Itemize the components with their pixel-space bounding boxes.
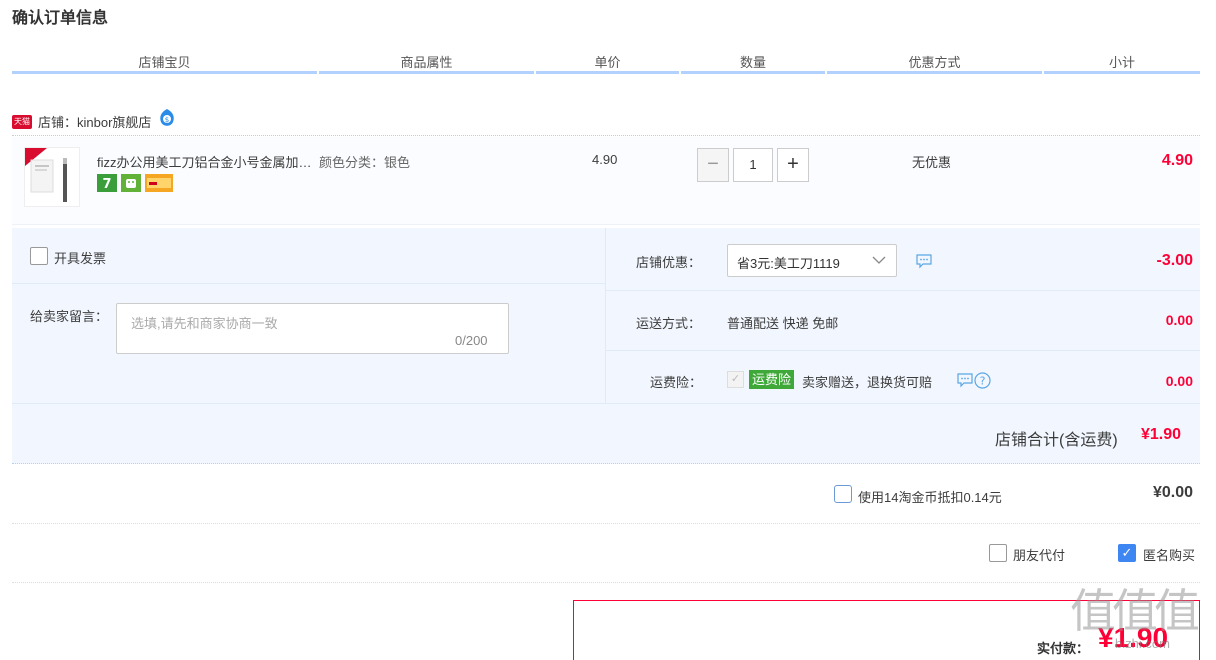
friend-pay-label: 朋友代付	[1013, 548, 1066, 563]
column-header-promotion: 优惠方式	[827, 52, 1042, 74]
product-thumbnail[interactable]	[24, 147, 80, 207]
shop-promo-selected: 省3元:美工刀1119	[737, 256, 840, 271]
watermark: 值值值	[1070, 585, 1200, 637]
shop-total-amount: ¥1.90	[1141, 426, 1182, 443]
anonymous-checkbox[interactable]: ✓	[1118, 544, 1136, 562]
shop-prefix: 店铺：	[38, 115, 78, 130]
insurance-text: 卖家赠送，退换货可赔	[802, 375, 933, 390]
insurance-label: 运费险：	[650, 375, 703, 390]
quantity-input[interactable]: 1	[733, 148, 773, 182]
divider	[606, 350, 1200, 351]
svg-text:7: 7	[102, 177, 111, 192]
panel-divider	[605, 228, 606, 404]
column-header-shop-item: 店铺宝贝	[12, 52, 317, 74]
wangwang-chat-icon[interactable]: $	[157, 108, 177, 128]
divider	[12, 582, 1200, 583]
anonymous-label: 匿名购买	[1143, 548, 1196, 563]
unit-price: 4.90	[592, 152, 618, 167]
divider	[12, 403, 1200, 404]
seller-message-placeholder: 选填,请先和商家协商一致	[131, 316, 278, 331]
column-header-unit-price: 单价	[536, 52, 679, 74]
column-header-attributes: 商品属性	[319, 52, 534, 74]
shop-promo-amount: -3.00	[1156, 252, 1193, 269]
seven-day-return-icon: 7	[97, 174, 117, 192]
page-title: 确认订单信息	[12, 10, 109, 27]
shipping-label: 运送方式：	[636, 316, 702, 331]
chevron-down-icon	[872, 256, 886, 264]
friend-pay-checkbox[interactable]	[989, 544, 1007, 562]
credit-card-icon	[145, 174, 173, 192]
svg-text:?: ?	[980, 375, 986, 388]
quantity-stepper: − 1 +	[697, 148, 809, 182]
message-label: 给卖家留言：	[30, 309, 109, 324]
shop-header: 天猫 店铺： kinbor旗舰店 $	[12, 108, 1200, 136]
divider	[606, 290, 1200, 291]
watermark-sub: bizhi.com	[1115, 636, 1170, 651]
shop-name-link[interactable]: kinbor旗舰店	[77, 112, 151, 131]
invoice-label: 开具发票	[54, 251, 107, 266]
divider	[12, 283, 605, 284]
insurance-badge: 运费险	[749, 370, 795, 389]
divider	[12, 523, 1200, 524]
shop-promo-label: 店铺优惠：	[636, 255, 702, 270]
insurance-checkbox: ✓	[727, 371, 744, 388]
comment-icon[interactable]	[956, 372, 974, 388]
order-item-row	[12, 137, 1200, 225]
shop-total-label: 店铺合计(含运费)	[995, 432, 1118, 449]
product-title-link[interactable]: fizz办公用美工刀铝合金小号金属加长刀片	[97, 152, 312, 171]
message-char-counter: 0/200	[455, 333, 488, 348]
quantity-increase-button[interactable]: +	[777, 148, 809, 182]
shipping-amount: 0.00	[1165, 312, 1193, 328]
help-icon[interactable]: ?	[974, 372, 991, 389]
item-subtotal: 4.90	[1161, 152, 1193, 169]
coin-deduct-label: 使用14淘金币抵扣0.14元	[858, 490, 1002, 505]
insurance-amount: 0.00	[1165, 373, 1193, 389]
item-promotion: 无优惠	[912, 155, 952, 170]
coin-deduct-checkbox[interactable]	[834, 485, 852, 503]
product-attribute: 颜色分类：银色	[319, 155, 411, 170]
coin-deduct-amount: ¥0.00	[1152, 484, 1193, 501]
svg-text:$: $	[165, 116, 169, 124]
shipping-method: 普通配送 快递 免邮	[727, 316, 839, 331]
column-header-subtotal: 小计	[1044, 52, 1200, 74]
quantity-decrease-button[interactable]: −	[697, 148, 729, 182]
invoice-checkbox[interactable]	[30, 247, 48, 265]
comment-icon[interactable]	[915, 253, 933, 269]
android-service-icon	[121, 174, 141, 192]
shop-promo-select[interactable]: 省3元:美工刀1119	[727, 244, 897, 277]
tmall-icon: 天猫	[12, 114, 32, 129]
column-header-quantity: 数量	[681, 52, 825, 74]
